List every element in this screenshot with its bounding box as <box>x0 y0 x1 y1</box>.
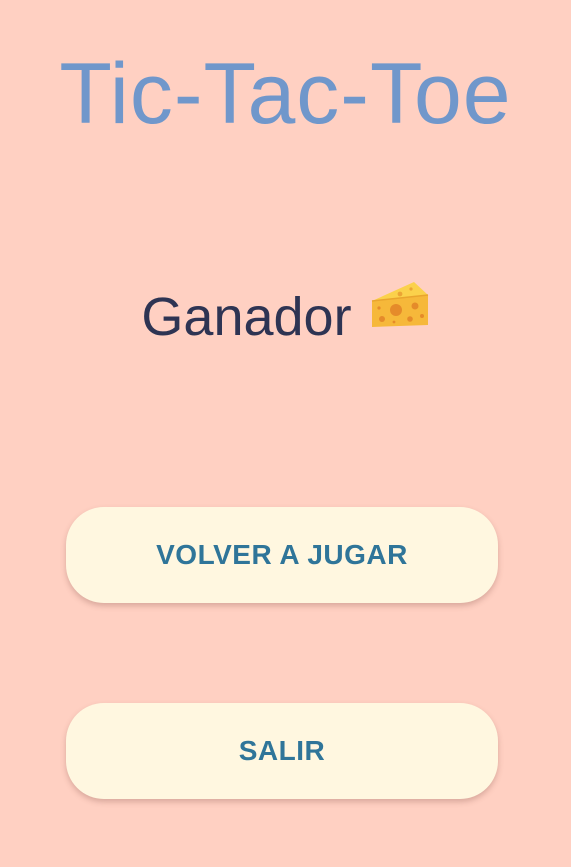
winner-display: Ganador <box>0 280 571 350</box>
winner-label: Ganador <box>141 286 352 347</box>
play-again-button[interactable]: VOLVER A JUGAR <box>66 507 498 603</box>
exit-button[interactable]: SALIR <box>66 703 498 799</box>
cheese-icon <box>370 279 430 348</box>
app-title: Tic-Tac-Toe <box>59 46 512 142</box>
